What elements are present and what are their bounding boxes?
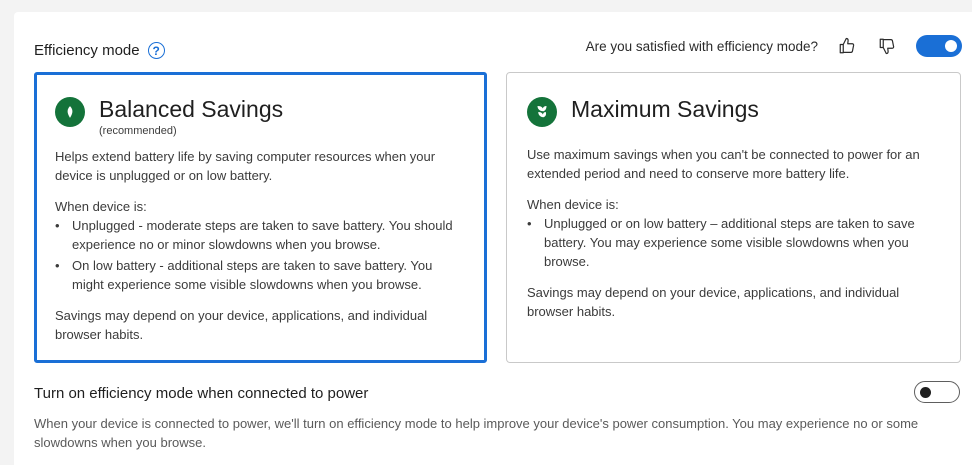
card-title: Balanced Savings <box>99 96 284 122</box>
power-setting-title: Turn on efficiency mode when connected t… <box>34 385 369 402</box>
toggle-knob <box>945 40 957 52</box>
card-header: Maximum Savings <box>527 95 940 127</box>
card-description: Use maximum savings when you can't be co… <box>527 147 920 181</box>
question-circle-icon[interactable]: ? <box>147 42 165 59</box>
toggle-knob <box>920 386 931 398</box>
card-footer: Savings may depend on your device, appli… <box>55 308 428 342</box>
efficiency-settings-panel: Efficiency mode ? Are you satisfied with… <box>14 12 972 465</box>
card-body: Use maximum savings when you can't be co… <box>527 145 940 321</box>
card-body: Helps extend battery life by saving comp… <box>55 147 466 344</box>
card-footer: Savings may depend on your device, appli… <box>527 285 900 319</box>
feedback-question: Are you satisfied with efficiency mode? <box>585 38 818 54</box>
balanced-savings-card[interactable]: Balanced Savings (recommended) Helps ext… <box>34 72 487 363</box>
when-label: When device is: <box>55 199 147 214</box>
card-title: Maximum Savings <box>571 96 759 122</box>
when-label: When device is: <box>527 197 619 212</box>
feedback-bar: Are you satisfied with efficiency mode? <box>586 35 962 57</box>
list-item: Unplugged - moderate steps are taken to … <box>55 216 466 254</box>
thumbs-down-icon[interactable] <box>876 35 898 57</box>
card-description: Helps extend battery life by saving comp… <box>55 149 436 183</box>
bullet-list: Unplugged or on low battery – additional… <box>527 214 940 271</box>
thumbs-up-icon[interactable] <box>836 35 858 57</box>
card-header: Balanced Savings (recommended) <box>55 95 466 137</box>
leaves-icon <box>527 97 557 127</box>
leaf-icon <box>55 97 85 127</box>
card-subtitle: (recommended) <box>99 125 177 137</box>
section-header: Efficiency mode ? <box>34 42 165 59</box>
power-efficiency-toggle[interactable] <box>914 381 960 403</box>
list-item: On low battery - additional steps are ta… <box>55 256 466 294</box>
section-title: Efficiency mode <box>34 42 140 59</box>
maximum-savings-card[interactable]: Maximum Savings Use maximum savings when… <box>506 72 961 363</box>
efficiency-mode-toggle[interactable] <box>916 35 962 57</box>
bullet-list: Unplugged - moderate steps are taken to … <box>55 216 466 294</box>
power-setting-description: When your device is connected to power, … <box>34 416 919 450</box>
list-item: Unplugged or on low battery – additional… <box>527 214 940 271</box>
